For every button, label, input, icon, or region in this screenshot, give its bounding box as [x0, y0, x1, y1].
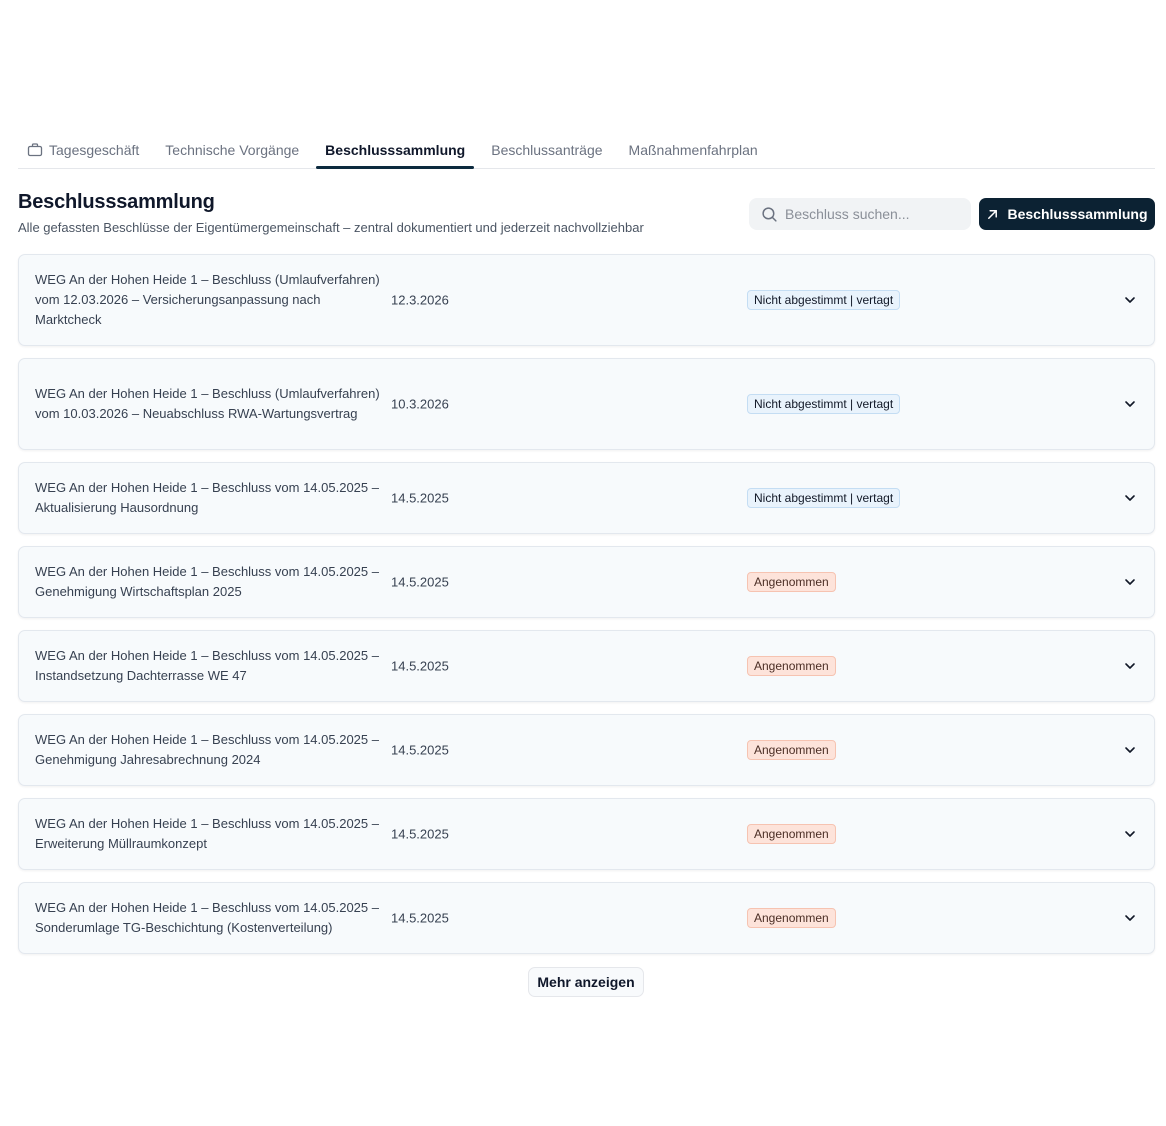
list-item[interactable]: WEG An der Hohen Heide 1 – Beschluss vom…: [18, 546, 1155, 618]
tab-label: Beschlusssammlung: [325, 142, 466, 158]
briefcase-icon: [27, 143, 43, 157]
arrow-up-right-icon: [988, 209, 998, 219]
search-box[interactable]: [749, 198, 971, 230]
tab-label: Tagesgeschäft: [49, 142, 140, 158]
resolution-date: 14.5.2025: [391, 826, 449, 842]
resolution-date: 10.3.2026: [391, 396, 449, 412]
resolution-title: WEG An der Hohen Heide 1 – Beschluss vom…: [35, 564, 379, 599]
tab-massnahmenfahrplan[interactable]: Maßnahmenfahrplan: [620, 132, 767, 168]
resolution-title: WEG An der Hohen Heide 1 – Beschluss (Um…: [35, 272, 380, 327]
list-item[interactable]: WEG An der Hohen Heide 1 – Beschluss vom…: [18, 462, 1155, 534]
resolution-date: 14.5.2025: [391, 742, 449, 758]
chevron-down-icon[interactable]: [1123, 491, 1137, 505]
status-badge: Angenommen: [747, 572, 836, 592]
chevron-down-icon[interactable]: [1123, 659, 1137, 673]
resolution-title: WEG An der Hohen Heide 1 – Beschluss vom…: [35, 732, 379, 767]
chevron-down-icon[interactable]: [1123, 827, 1137, 841]
tab-bar: Tagesgeschäft Technische Vorgänge Beschl…: [18, 132, 1155, 169]
resolution-title: WEG An der Hohen Heide 1 – Beschluss vom…: [35, 816, 379, 851]
show-more-button[interactable]: Mehr anzeigen: [528, 967, 644, 997]
status-badge: Angenommen: [747, 740, 836, 760]
status-badge: Nicht abgestimmt | vertagt: [747, 488, 901, 508]
status-badge: Angenommen: [747, 656, 836, 676]
tab-beschlusssammlung[interactable]: Beschlusssammlung: [316, 132, 475, 169]
chevron-down-icon[interactable]: [1123, 743, 1137, 757]
status-badge: Angenommen: [747, 824, 836, 844]
button-label: Beschlusssammlung: [1007, 206, 1148, 222]
tab-label: Maßnahmenfahrplan: [628, 142, 758, 158]
list-item[interactable]: WEG An der Hohen Heide 1 – Beschluss vom…: [18, 630, 1155, 702]
resolution-date: 14.5.2025: [391, 910, 449, 926]
tab-label: Beschlussanträge: [491, 142, 603, 158]
list-item[interactable]: WEG An der Hohen Heide 1 – Beschluss (Um…: [18, 254, 1155, 346]
status-badge: Nicht abgestimmt | vertagt: [747, 290, 901, 310]
resolution-title: WEG An der Hohen Heide 1 – Beschluss (Um…: [35, 386, 380, 421]
resolution-date: 12.3.2026: [391, 292, 449, 308]
status-badge: Angenommen: [747, 908, 836, 928]
tab-beschlussantraege[interactable]: Beschlussanträge: [482, 132, 611, 168]
list-item[interactable]: WEG An der Hohen Heide 1 – Beschluss vom…: [18, 798, 1155, 870]
resolution-date: 14.5.2025: [391, 658, 449, 674]
list-item[interactable]: WEG An der Hohen Heide 1 – Beschluss (Um…: [18, 358, 1155, 450]
resolution-title: WEG An der Hohen Heide 1 – Beschluss vom…: [35, 900, 379, 935]
chevron-down-icon[interactable]: [1123, 397, 1137, 411]
list-item[interactable]: WEG An der Hohen Heide 1 – Beschluss vom…: [18, 882, 1155, 954]
status-badge: Nicht abgestimmt | vertagt: [747, 394, 901, 414]
resolution-title: WEG An der Hohen Heide 1 – Beschluss vom…: [35, 648, 379, 683]
chevron-down-icon[interactable]: [1123, 293, 1137, 307]
resolution-date: 14.5.2025: [391, 574, 449, 590]
chevron-down-icon[interactable]: [1123, 575, 1137, 589]
resolution-date: 14.5.2025: [391, 490, 449, 506]
list-item[interactable]: WEG An der Hohen Heide 1 – Beschluss vom…: [18, 714, 1155, 786]
resolution-title: WEG An der Hohen Heide 1 – Beschluss vom…: [35, 480, 379, 515]
search-icon: [762, 206, 777, 222]
tab-technische-vorgaenge[interactable]: Technische Vorgänge: [156, 132, 308, 168]
search-input[interactable]: [785, 206, 955, 222]
tab-tagesgeschaeft[interactable]: Tagesgeschäft: [18, 132, 148, 168]
beschlusssammlung-button[interactable]: Beschlusssammlung: [979, 198, 1155, 230]
tab-label: Technische Vorgänge: [165, 142, 300, 158]
chevron-down-icon[interactable]: [1123, 911, 1137, 925]
